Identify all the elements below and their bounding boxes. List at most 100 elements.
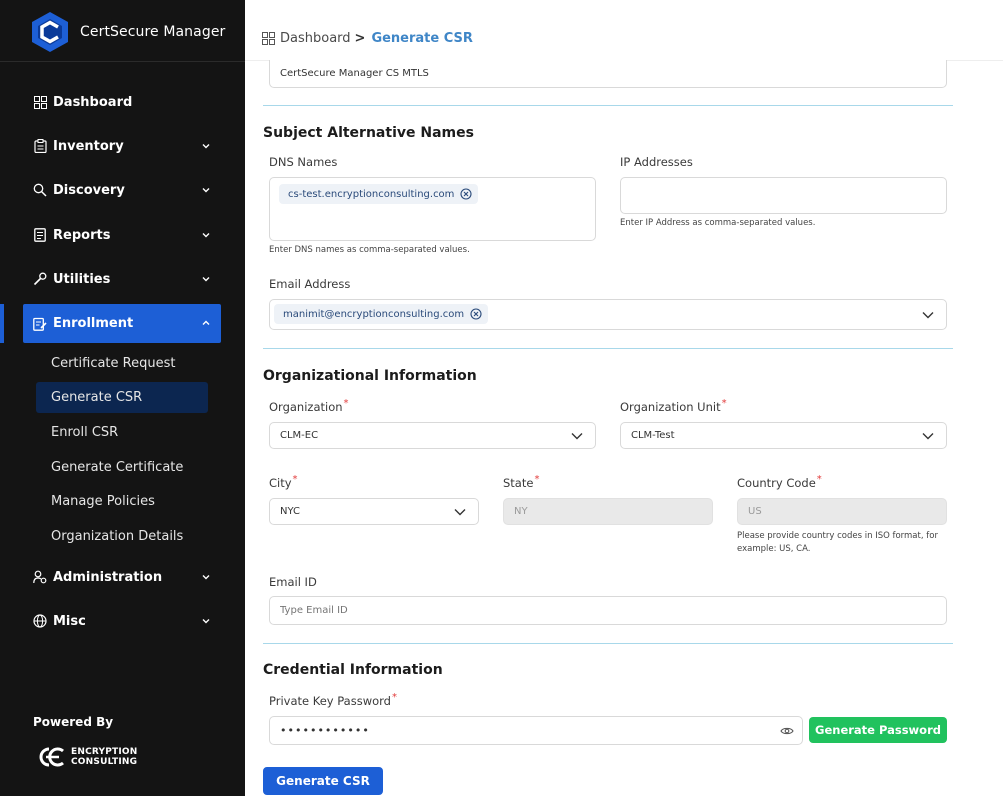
sidebar-subitem-organization-details[interactable]: Organization Details [36,521,208,552]
main-content: Dashboard > Generate CSR CertSecure Mana… [245,0,1003,796]
sidebar-subitem-enroll-csr[interactable]: Enroll CSR [36,417,208,448]
sidebar-item-administration[interactable]: Administration [23,558,221,596]
chevron-down-icon [202,188,210,193]
dns-name-tag-label: cs-test.encryptionconsulting.com [288,188,455,200]
certsecure-logo-icon [32,12,68,52]
chevron-down-icon [202,619,210,624]
sidebar-item-label: Dashboard [53,94,133,110]
globe-icon [33,614,47,628]
sidebar-subitem-generate-csr[interactable]: Generate CSR [36,382,208,413]
required-mark: * [391,692,397,703]
required-mark: * [292,474,298,485]
breadcrumb: Dashboard > Generate CSR [262,31,473,46]
sidebar-item-dashboard[interactable]: Dashboard [23,83,221,121]
password-value: •••••••••••• [280,724,370,737]
report-icon [33,228,47,242]
search-icon [33,183,47,197]
required-mark: * [816,474,822,485]
organization-unit-value: CLM-Test [631,430,675,441]
chevron-down-icon [202,277,210,282]
ip-addresses-input[interactable] [620,177,947,214]
state-label-text: State [503,476,534,490]
sidebar-subitem-manage-policies[interactable]: Manage Policies [36,486,208,517]
city-select[interactable]: NYC [269,498,479,525]
organization-select[interactable]: CLM-EC [269,422,596,449]
vendor-logo: ENCRYPTION CONSULTING [37,745,138,769]
eye-icon[interactable] [780,726,794,736]
state-input: NY [503,498,713,525]
section-divider [263,348,953,349]
sidebar-item-label: Reports [53,227,111,243]
user-gear-icon [33,570,47,584]
state-label: State* [503,474,540,490]
san-section-title: Subject Alternative Names [263,125,474,141]
sidebar-item-enrollment[interactable]: Enrollment [23,304,221,343]
encryption-consulting-logo-icon [39,747,64,767]
generate-csr-button[interactable]: Generate CSR [263,767,383,795]
chevron-down-icon [454,508,466,515]
credential-section-title: Credential Information [263,662,443,678]
remove-tag-icon[interactable] [470,308,482,320]
email-id-input[interactable] [269,596,947,625]
city-value: NYC [280,506,301,517]
vendor-line-1: ENCRYPTION [71,747,138,757]
section-divider [263,643,953,644]
private-key-password-input[interactable]: •••••••••••• [269,716,803,745]
breadcrumb-root[interactable]: Dashboard [280,31,351,46]
brand[interactable]: CertSecure Manager [28,10,225,54]
dashboard-icon [262,32,275,45]
sidebar-subitem-label: Manage Policies [51,494,155,509]
ip-addresses-label: IP Addresses [620,155,693,169]
sidebar-item-label: Misc [53,613,86,629]
ip-addresses-help: Enter IP Address as comma-separated valu… [620,218,816,228]
sidebar-item-label: Enrollment [53,316,134,331]
vendor-line-2: CONSULTING [71,757,138,767]
section-divider [263,105,953,106]
chevron-down-icon [571,432,583,439]
chevron-down-icon [202,233,210,238]
country-code-input: US [737,498,947,525]
required-mark: * [534,474,540,485]
sidebar-item-label: Utilities [53,271,111,287]
generate-password-button[interactable]: Generate Password [809,717,947,743]
remove-tag-icon[interactable] [460,188,472,200]
sidebar-item-utilities[interactable]: Utilities [23,260,221,298]
chevron-down-icon [922,432,934,439]
common-name-input[interactable]: CertSecure Manager CS MTLS [269,60,947,88]
sidebar-subitem-certificate-request[interactable]: Certificate Request [36,348,208,379]
sidebar-item-inventory[interactable]: Inventory [23,127,221,165]
sidebar-subitem-label: Generate CSR [51,390,143,405]
clipboard-icon [33,139,47,153]
breadcrumb-current: Generate CSR [371,31,473,46]
common-name-value: CertSecure Manager CS MTLS [280,68,429,79]
sidebar-item-misc[interactable]: Misc [23,602,221,640]
dashboard-icon [33,95,47,109]
organization-unit-select[interactable]: CLM-Test [620,422,947,449]
sidebar-item-reports[interactable]: Reports [23,216,221,254]
country-code-value: US [748,506,762,517]
private-key-password-label: Private Key Password* [269,692,397,708]
sidebar-item-discovery[interactable]: Discovery [23,171,221,209]
email-id-label: Email ID [269,575,317,589]
organization-unit-label: Organization Unit* [620,398,727,414]
organization-label-text: Organization [269,400,343,414]
email-address-tag: manimit@encryptionconsulting.com [274,304,489,324]
sidebar-item-label: Inventory [53,138,124,154]
chevron-down-icon [202,144,210,149]
required-mark: * [343,398,349,409]
city-label: City* [269,474,298,490]
organization-label: Organization* [269,398,349,414]
sidebar-divider [0,61,245,62]
email-address-tag-label: manimit@encryptionconsulting.com [283,308,465,320]
private-key-password-label-text: Private Key Password [269,694,391,708]
email-address-label: Email Address [269,277,351,291]
active-indicator [0,304,4,343]
sidebar-subitem-generate-certificate[interactable]: Generate Certificate [36,452,208,483]
country-code-label-text: Country Code [737,476,816,490]
sidebar: CertSecure Manager Dashboard Inventory D… [0,0,245,796]
sidebar-subitem-label: Certificate Request [51,356,176,371]
required-mark: * [721,398,727,409]
app-title: CertSecure Manager [80,24,226,40]
wrench-icon [33,272,47,286]
sidebar-subitem-label: Enroll CSR [51,425,119,440]
